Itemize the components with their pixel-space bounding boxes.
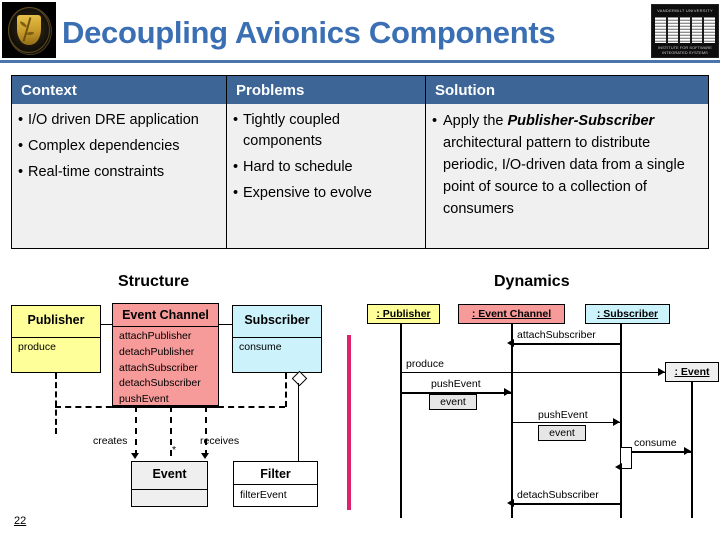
table-column-solution: Solution • Apply the Publisher-Subscriber… xyxy=(426,76,708,248)
assoc-publisher-eventchannel xyxy=(101,324,112,325)
class-operation: detachPublisher xyxy=(119,345,195,358)
isis-logo-bottom-text: INSTITUTE FOR SOFTWARE INTEGRATED SYSTEM… xyxy=(658,45,712,55)
list-item: • Hard to schedule xyxy=(233,159,353,176)
column-body-solution: • Apply the Publisher-Subscriber architec… xyxy=(426,104,708,248)
class-box-filter: Filter filterEvent xyxy=(233,461,318,507)
message-label-pushevent-1: pushEvent xyxy=(431,378,481,390)
list-item: • Tightly coupled components xyxy=(233,112,340,150)
slide: Decoupling Avionics Components VANDERBIL… xyxy=(0,0,720,540)
list-item: • Real-time constraints xyxy=(18,164,165,181)
message-line-produce xyxy=(401,372,665,373)
list-item: • Apply the Publisher-Subscriber architec… xyxy=(432,113,685,218)
class-name: Event xyxy=(152,467,187,481)
arrowhead-left-icon xyxy=(507,339,514,347)
class-operation: attachSubscriber xyxy=(119,361,198,374)
lifeline-label: : Event xyxy=(674,366,710,378)
lifeline-head-event: : Event xyxy=(665,362,719,382)
column-body-problems: • Tightly coupled components • Hard to sch… xyxy=(227,104,425,248)
message-label-attachsubscriber: attachSubscriber xyxy=(517,329,596,341)
lifeline-publisher xyxy=(400,324,402,518)
class-name: Event Channel xyxy=(122,308,209,322)
class-operation: attachPublisher xyxy=(119,330,192,342)
vanderbilt-seal-icon xyxy=(2,2,56,58)
header-rule xyxy=(0,60,720,63)
column-header-problems: Problems xyxy=(227,76,425,104)
class-operation: detachSubscriber xyxy=(119,377,201,390)
isis-logo-top-text: VANDERBILT UNIVERSITY xyxy=(657,8,713,13)
list-item: • Expensive to evolve xyxy=(233,185,372,202)
arrowhead-right-icon xyxy=(658,368,665,376)
message-label-pushevent-2: pushEvent xyxy=(538,409,588,421)
lifeline-label: : Event Channel xyxy=(471,308,552,320)
lifeline-label: : Subscriber xyxy=(596,308,659,320)
list-item: • I/O driven DRE application xyxy=(18,112,199,128)
class-box-subscriber: Subscriber consume xyxy=(232,305,322,373)
class-name: Publisher xyxy=(27,313,85,327)
arrowhead-creates-icon xyxy=(131,453,139,459)
lifeline-event xyxy=(691,382,693,518)
dependency-branch-receives xyxy=(205,406,207,456)
aggregation-diamond-icon xyxy=(291,370,308,387)
message-label-produce: produce xyxy=(406,358,444,370)
emphasis-pattern-name: Publisher-Subscriber xyxy=(507,113,655,129)
arrowhead-left-icon xyxy=(507,499,514,507)
message-line-consume xyxy=(631,451,691,453)
arrowhead-receives-icon xyxy=(201,453,209,459)
slide-header: Decoupling Avionics Components VANDERBIL… xyxy=(0,0,720,63)
dependency-line-subscriber xyxy=(285,373,287,407)
lifeline-subscriber xyxy=(620,324,622,518)
lifeline-head-subscriber: : Subscriber xyxy=(585,304,670,324)
lifeline-head-event-channel: : Event Channel xyxy=(458,304,565,324)
class-operation: produce xyxy=(18,341,56,353)
page-number: 22 xyxy=(14,515,27,527)
pattern-table: Context • I/O driven DRE application • Com… xyxy=(11,75,709,249)
aggregation-line-subscriber-filter xyxy=(298,383,299,461)
message-line-pushevent-2 xyxy=(512,422,620,423)
column-header-solution: Solution xyxy=(426,76,708,104)
structure-heading: Structure xyxy=(118,273,190,290)
list-item: • Complex dependencies xyxy=(18,138,180,155)
arrowhead-left-return-icon xyxy=(615,463,622,471)
class-operation: consume xyxy=(239,341,282,353)
relation-label-receives: receives xyxy=(200,435,240,447)
assoc-eventchannel-subscriber xyxy=(219,324,232,325)
message-line-attachsubscriber xyxy=(513,343,620,345)
dependency-line-publisher xyxy=(55,373,57,434)
arrowhead-right-icon xyxy=(613,418,620,426)
column-header-context: Context xyxy=(12,76,226,104)
page-title: Decoupling Avionics Components xyxy=(62,15,556,50)
class-box-event-channel: Event Channel attachPublisher detachPubl… xyxy=(112,303,219,406)
class-box-publisher: Publisher produce xyxy=(11,305,101,373)
class-name: Subscriber xyxy=(244,313,310,327)
table-column-context: Context • I/O driven DRE application • Com… xyxy=(12,76,227,248)
message-label-detachsubscriber: detachSubscriber xyxy=(517,489,599,501)
message-label-consume: consume xyxy=(634,437,677,449)
section-divider xyxy=(347,335,351,510)
message-line-detachsubscriber xyxy=(513,503,620,505)
message-param-event-2: event xyxy=(538,425,586,441)
relation-label-creates: creates xyxy=(93,435,128,447)
lifeline-head-publisher: : Publisher xyxy=(367,304,440,324)
class-name: Filter xyxy=(260,467,291,481)
message-param-event-1: event xyxy=(429,394,477,410)
arrowhead-right-icon xyxy=(684,447,691,455)
lifeline-label: : Publisher xyxy=(376,308,431,320)
lifeline-event-channel xyxy=(511,324,513,518)
dynamics-heading: Dynamics xyxy=(494,273,570,290)
table-column-problems: Problems • Tightly coupled components • Ha… xyxy=(227,76,426,248)
isis-logo-icon: VANDERBILT UNIVERSITY INSTITUTE FOR SOFT… xyxy=(651,4,719,58)
column-body-context: • I/O driven DRE application • Complex dep… xyxy=(12,104,226,248)
class-operation: filterEvent xyxy=(240,489,287,501)
class-box-event: Event xyxy=(131,461,208,507)
dependency-branch-creates xyxy=(135,406,137,456)
arrowhead-right-icon xyxy=(504,388,511,396)
relation-label-multiplicity: * xyxy=(172,444,177,456)
